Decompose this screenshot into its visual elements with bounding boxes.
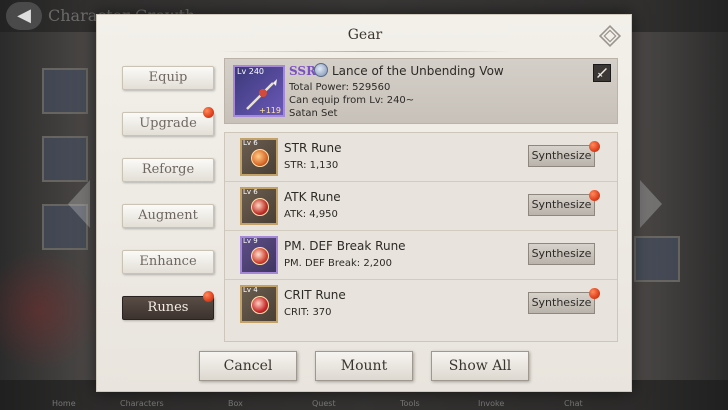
- rune-row: Lv 4 CRIT Rune CRIT: 370 Synthesize: [225, 280, 617, 329]
- crit-rune-icon[interactable]: Lv 4: [240, 285, 278, 323]
- rune-glyph: [251, 198, 269, 216]
- total-power: Total Power: 529560: [289, 82, 391, 93]
- notification-badge: [589, 141, 600, 152]
- element-orb-icon: [314, 63, 328, 77]
- rune-name: STR Rune: [284, 141, 342, 155]
- atk-rune-icon[interactable]: Lv 6: [240, 187, 278, 225]
- title-divider: [217, 51, 513, 52]
- synthesize-button[interactable]: Synthesize: [528, 145, 595, 167]
- side-tile-portrait: [42, 136, 88, 182]
- side-tile-portrait: [634, 236, 680, 282]
- show-all-button[interactable]: Show All: [431, 351, 529, 381]
- nav-tools[interactable]: Tools: [400, 399, 420, 408]
- nav-invoke[interactable]: Invoke: [478, 399, 504, 408]
- cancel-button[interactable]: Cancel: [199, 351, 297, 381]
- gear-item-icon[interactable]: Lv 240 +119: [233, 65, 285, 117]
- nav-box[interactable]: Box: [228, 399, 243, 408]
- str-rune-icon[interactable]: Lv 6: [240, 138, 278, 176]
- tab-enhance[interactable]: Enhance: [122, 250, 214, 274]
- rune-row: Lv 6 ATK Rune ATK: 4,950 Synthesize: [225, 182, 617, 231]
- tab-runes[interactable]: Runes: [122, 296, 214, 320]
- rarity-label: SSR: [289, 64, 317, 78]
- rune-name: CRIT Rune: [284, 288, 346, 302]
- nav-characters[interactable]: Characters: [120, 399, 164, 408]
- prev-arrow-icon[interactable]: [68, 180, 90, 228]
- sword-lock-icon[interactable]: [593, 64, 611, 82]
- rune-stat: ATK: 4,950: [284, 209, 338, 220]
- equip-requirement: Can equip from Lv: 240~: [289, 95, 415, 106]
- rune-glyph: [251, 247, 269, 265]
- set-name: Satan Set: [289, 108, 338, 119]
- runes-panel: Lv 240 +119 SSR Lance of the Unbending V…: [224, 58, 618, 342]
- rune-name: PM. DEF Break Rune: [284, 239, 406, 253]
- gear-name: Lance of the Unbending Vow: [332, 64, 504, 78]
- nav-chat[interactable]: Chat: [564, 399, 583, 408]
- notification-badge: [589, 288, 600, 299]
- gear-plus: +119: [259, 106, 281, 115]
- tab-upgrade[interactable]: Upgrade: [122, 112, 214, 136]
- rune-row: Lv 9 PM. DEF Break Rune PM. DEF Break: 2…: [225, 231, 617, 280]
- decorative-swash: [0, 250, 100, 370]
- rune-list: Lv 6 STR Rune STR: 1,130 Synthesize Lv 6…: [224, 132, 618, 342]
- tab-reforge[interactable]: Reforge: [122, 158, 214, 182]
- nav-quest[interactable]: Quest: [312, 399, 336, 408]
- tab-augment[interactable]: Augment: [122, 204, 214, 228]
- notification-badge: [589, 190, 600, 201]
- nav-home[interactable]: Home: [52, 399, 76, 408]
- rune-level: Lv 6: [243, 188, 258, 196]
- gear-level: Lv 240: [237, 67, 265, 76]
- synthesize-button[interactable]: Synthesize: [528, 243, 595, 265]
- mount-button[interactable]: Mount: [315, 351, 413, 381]
- notification-badge: [203, 107, 214, 118]
- back-arrow-icon[interactable]: ◀: [6, 2, 42, 30]
- synthesize-button[interactable]: Synthesize: [528, 194, 595, 216]
- diamond-help-icon[interactable]: [597, 23, 623, 49]
- rune-stat: CRIT: 370: [284, 307, 332, 318]
- rune-level: Lv 6: [243, 139, 258, 147]
- rune-glyph: [251, 296, 269, 314]
- synthesize-button[interactable]: Synthesize: [528, 292, 595, 314]
- pm-def-break-rune-icon[interactable]: Lv 9: [240, 236, 278, 274]
- rune-stat: PM. DEF Break: 2,200: [284, 258, 392, 269]
- notification-badge: [203, 291, 214, 302]
- rune-row: Lv 6 STR Rune STR: 1,130 Synthesize: [225, 133, 617, 182]
- gear-summary: Lv 240 +119 SSR Lance of the Unbending V…: [224, 58, 618, 124]
- tab-equip[interactable]: Equip: [122, 66, 214, 90]
- rune-level: Lv 9: [243, 237, 258, 245]
- rune-name: ATK Rune: [284, 190, 341, 204]
- dialog-title: Gear: [347, 27, 383, 43]
- next-arrow-icon[interactable]: [640, 180, 662, 228]
- rune-stat: STR: 1,130: [284, 160, 339, 171]
- rune-level: Lv 4: [243, 286, 258, 294]
- gear-dialog: Gear Equip Upgrade Reforge Augment Enhan…: [96, 14, 632, 392]
- rune-glyph: [251, 149, 269, 167]
- side-tile-portrait: [42, 68, 88, 114]
